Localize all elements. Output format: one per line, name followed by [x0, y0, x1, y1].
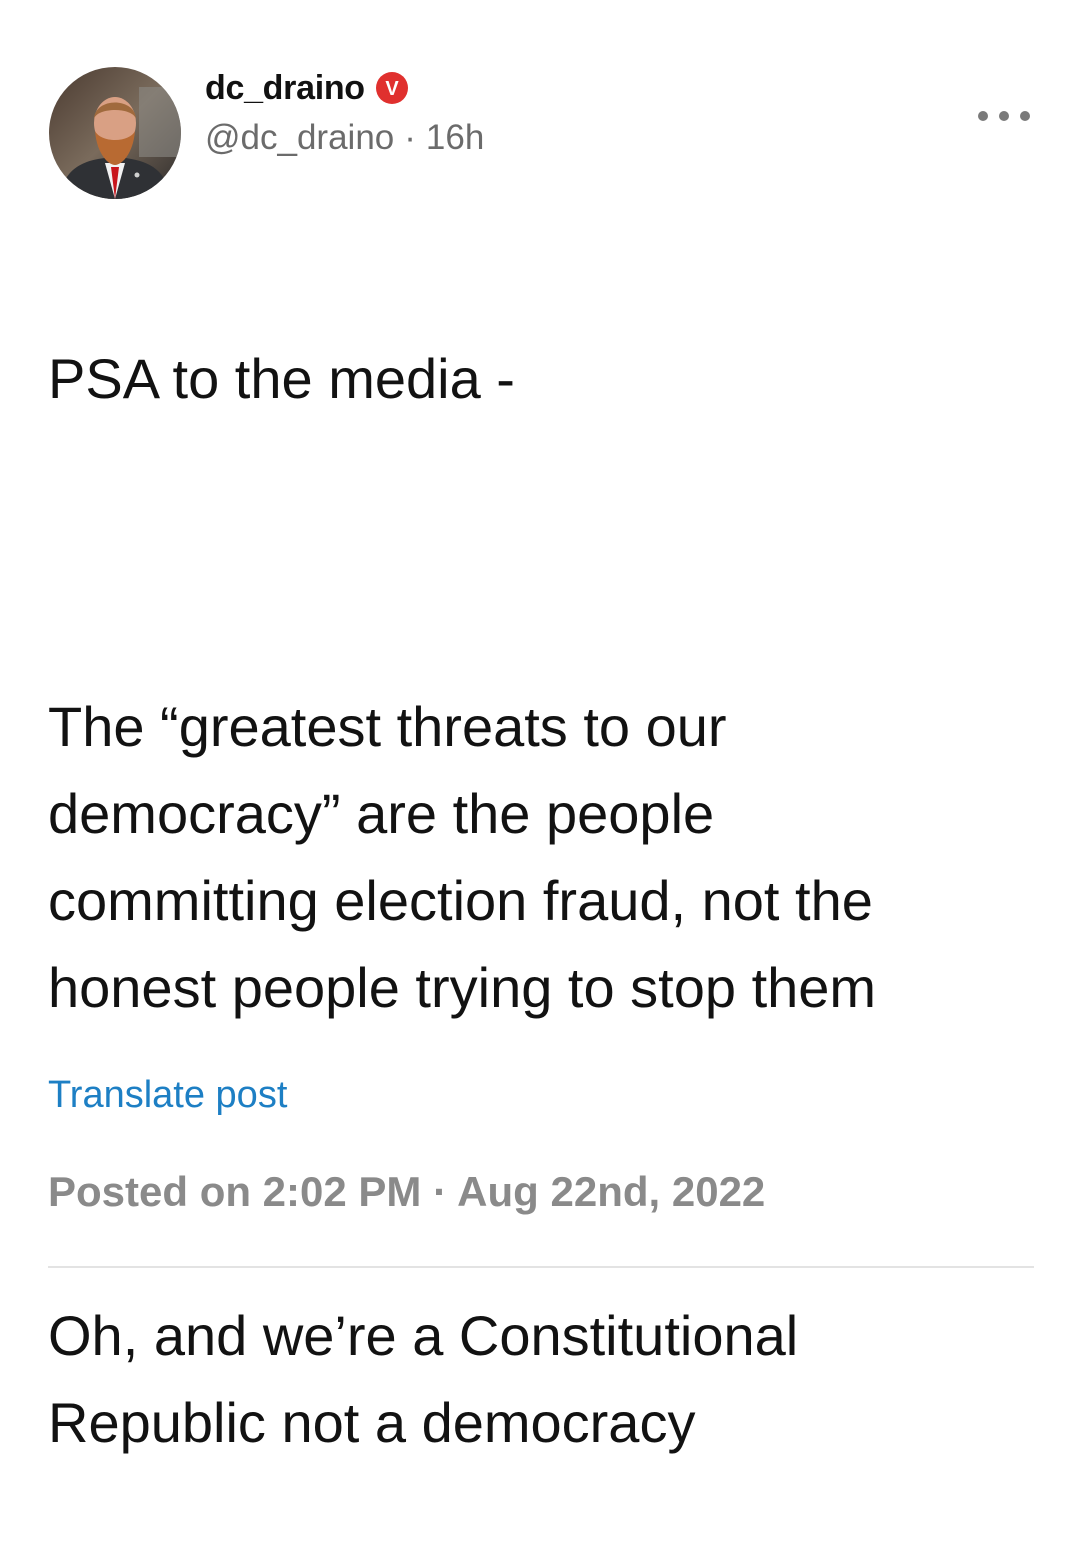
post-card: dc_draino V @dc_draino · 16h PSA to the me…: [0, 0, 1079, 1454]
post-paragraph: PSA to the media -: [48, 347, 515, 410]
post-time-ago[interactable]: 16h: [426, 118, 484, 158]
author-handle[interactable]: @dc_draino: [205, 118, 394, 158]
avatar[interactable]: [49, 67, 181, 199]
verified-badge-icon: V: [375, 71, 409, 105]
divider: [48, 1266, 1034, 1268]
post-paragraph: Oh, and we’re a Constitutional Republic …: [48, 1304, 799, 1454]
posted-timestamp: Posted on 2:02 PM · Aug 22nd, 2022: [48, 1168, 766, 1215]
post-paragraph: The “greatest threats to our democracy” …: [48, 695, 877, 1019]
translate-post-link[interactable]: Translate post: [48, 1074, 287, 1117]
badge-letter: V: [385, 78, 399, 100]
avatar-image: [49, 67, 181, 199]
author-meta-row: @dc_draino · 16h: [205, 118, 484, 158]
author-display-name[interactable]: dc_draino: [205, 69, 365, 108]
meta-separator: ·: [404, 118, 416, 157]
author-name-row: dc_draino V: [205, 68, 409, 108]
more-options-icon[interactable]: [978, 102, 1030, 130]
post-body: PSA to the media - The “greatest threats…: [48, 248, 1048, 1553]
